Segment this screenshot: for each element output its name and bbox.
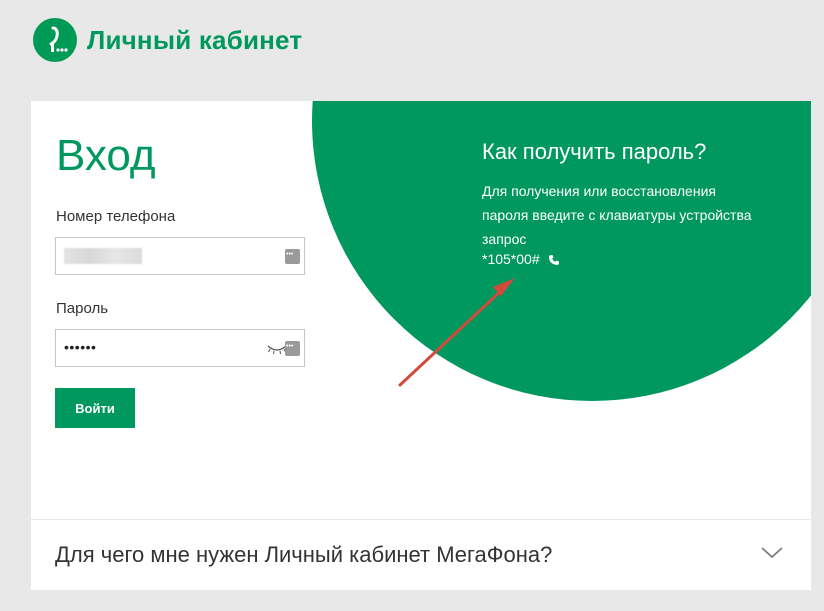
header: Личный кабинет xyxy=(33,18,302,62)
megafon-logo-icon[interactable] xyxy=(33,18,77,62)
chevron-down-icon[interactable] xyxy=(760,546,784,560)
annotation-arrow xyxy=(398,278,515,387)
faq-accordion[interactable]: Для чего мне нужен Личный кабинет МегаФо… xyxy=(31,520,811,590)
faq-question[interactable]: Для чего мне нужен Личный кабинет МегаФо… xyxy=(55,542,552,568)
brand-title[interactable]: Личный кабинет xyxy=(87,25,302,56)
login-card: Вход Номер телефона Пароль •••••• Войти … xyxy=(31,101,811,519)
